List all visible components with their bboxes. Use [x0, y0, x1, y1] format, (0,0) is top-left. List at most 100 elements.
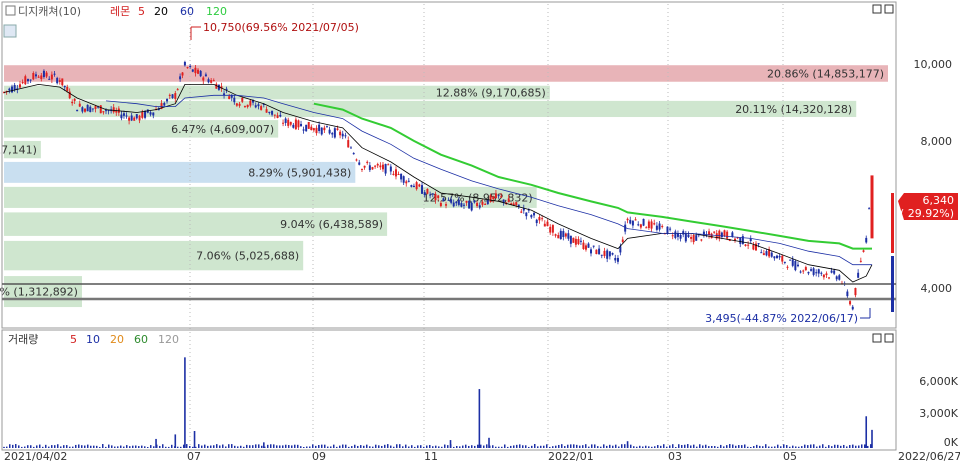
candle-body — [163, 102, 166, 106]
volume-bar — [411, 445, 413, 448]
candle-body — [789, 259, 792, 261]
settings-icon[interactable] — [3, 24, 17, 38]
volume-bar — [138, 446, 140, 448]
volume-bar — [222, 444, 224, 448]
candle-body — [559, 230, 562, 240]
volume-bar — [144, 446, 146, 448]
close-icon[interactable] — [884, 333, 894, 343]
candle-body — [551, 225, 554, 233]
volume-bar — [666, 446, 668, 448]
candle-body — [287, 119, 290, 126]
candle-body — [376, 163, 379, 166]
candle-body — [868, 208, 871, 210]
volume-bar — [135, 445, 137, 448]
candle-body — [473, 200, 476, 203]
volume-bar — [855, 445, 857, 448]
close-icon[interactable] — [884, 4, 894, 14]
legend-toggle-icon[interactable] — [5, 5, 16, 16]
volume-bar — [468, 445, 470, 448]
candle-body — [465, 200, 468, 203]
volume-bar — [36, 445, 38, 448]
volume-bar — [321, 444, 323, 448]
volume-bar — [186, 444, 188, 448]
candle-body — [29, 79, 32, 81]
candle-body — [289, 121, 292, 125]
candle-body — [366, 161, 369, 163]
maximize-icon[interactable] — [872, 333, 882, 343]
volume-bar — [162, 444, 164, 448]
volume-bar — [429, 444, 431, 448]
volume-bar — [333, 444, 335, 448]
maximize-icon[interactable] — [872, 4, 882, 14]
candle-body — [410, 185, 413, 187]
x-tick-label: 2022/06/27 — [898, 450, 960, 462]
x-tick-label: 05 — [783, 450, 797, 462]
volume-bar — [495, 446, 497, 448]
candle-body — [661, 226, 664, 228]
volume-bar — [597, 446, 599, 448]
candle-body — [634, 219, 637, 221]
volume-bar — [765, 444, 767, 448]
volume-bar — [609, 444, 611, 448]
volume-bar — [810, 444, 812, 448]
volume-bar — [771, 446, 773, 448]
candle-body — [120, 114, 123, 119]
candle-body — [176, 89, 179, 91]
candle-body — [554, 234, 557, 236]
volume-bar — [246, 444, 248, 448]
candle-body — [40, 75, 43, 80]
candle-body — [655, 225, 658, 230]
legend-vol-ma-120: 120 — [158, 333, 179, 346]
candle-body — [695, 235, 698, 241]
volume-bar — [486, 444, 488, 448]
candle-body — [574, 238, 577, 245]
candle-body — [183, 61, 186, 66]
volume-bar — [147, 446, 149, 448]
volume-bar — [141, 445, 143, 448]
volume-bar — [684, 444, 686, 448]
candle-body — [21, 81, 24, 84]
candle-body — [621, 239, 624, 242]
candle-body — [572, 237, 575, 243]
candle-body — [434, 193, 437, 201]
candle-body — [684, 233, 687, 242]
volume-bar — [270, 444, 272, 448]
legend-vol-ma-60: 60 — [134, 333, 148, 346]
candle-body — [400, 173, 403, 180]
candle-body — [56, 77, 59, 84]
volume-bar — [603, 444, 605, 448]
volume-bar — [837, 444, 839, 448]
volume-bar — [843, 444, 845, 448]
candle-body — [141, 111, 144, 118]
candle-body — [838, 275, 841, 280]
candle-body — [442, 198, 445, 202]
volume-bar — [636, 446, 638, 448]
volume-bar — [12, 444, 14, 448]
candle-body — [415, 182, 418, 190]
volume-profile-label: 20.86% (14,853,177) — [767, 67, 884, 80]
candle-body — [815, 272, 818, 274]
volume-bar — [828, 445, 830, 448]
candle-body — [179, 76, 182, 80]
volume-bar — [654, 446, 656, 448]
volume-bar — [498, 446, 500, 448]
candle-body — [679, 234, 682, 239]
stock-chart: 20.86% (14,853,177) 12.88% (9,170,685) 20.… — [0, 0, 960, 462]
volume-bar — [507, 446, 509, 448]
volume-bar — [444, 444, 446, 448]
legend-ma-20: 20 — [154, 5, 168, 18]
candle-body — [533, 212, 536, 216]
volume-bar — [558, 444, 560, 448]
candle-body — [368, 165, 371, 171]
volume-bar — [537, 446, 539, 448]
volume-bar — [192, 446, 194, 448]
legend-vol-ma-20: 20 — [110, 333, 124, 346]
volume-bar — [184, 357, 186, 448]
candle-body — [412, 185, 415, 188]
candle-body — [562, 231, 565, 238]
candle-body — [212, 80, 215, 82]
volume-bar — [315, 445, 317, 448]
candle-body — [849, 301, 852, 305]
candle-body — [397, 174, 400, 176]
candle-body — [497, 195, 500, 197]
